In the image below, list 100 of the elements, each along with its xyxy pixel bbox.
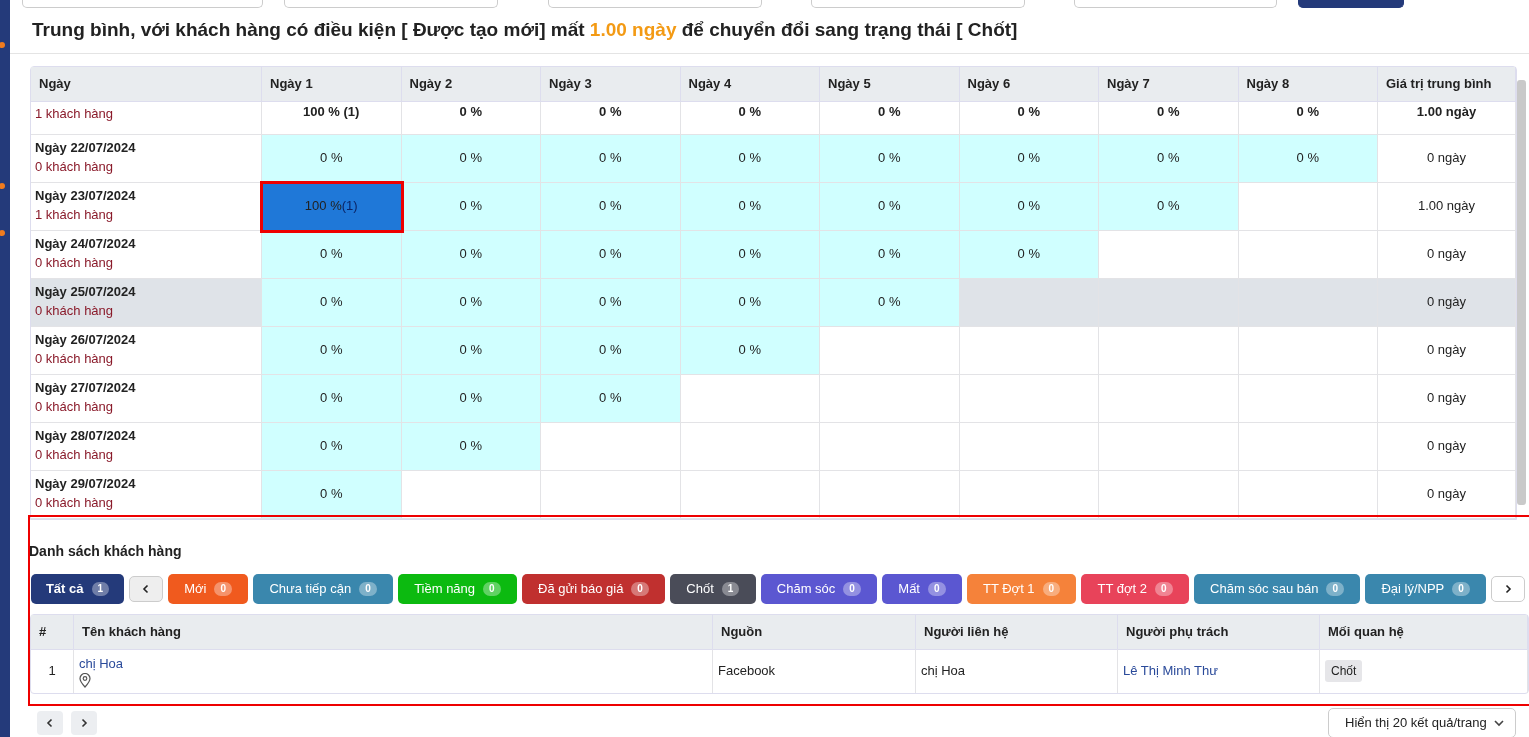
percent-cell[interactable]: 0 % [262, 374, 402, 423]
percent-cell[interactable]: 0 % [680, 326, 820, 375]
count-badge: 0 [928, 581, 946, 596]
percent-cell: 0 % [1099, 101, 1239, 135]
status-tab[interactable]: Đã gửi báo giá 0 [521, 573, 666, 604]
status-dot [0, 42, 5, 48]
filter-field[interactable] [548, 0, 762, 8]
percent-cell[interactable]: 0 % [820, 278, 960, 327]
percent-cell[interactable]: 0 % [1099, 182, 1239, 231]
percent-cell[interactable]: 0 % [820, 182, 960, 231]
filter-field[interactable] [811, 0, 1025, 8]
count-badge: 0 [1042, 581, 1061, 596]
percent-cell[interactable]: 0 % [401, 230, 541, 279]
percent-cell[interactable]: 0 % [541, 326, 681, 375]
average-cell: 0 ngày [1378, 326, 1516, 375]
percent-cell[interactable]: 0 % [1238, 134, 1378, 183]
percent-cell[interactable]: 0 % [262, 470, 402, 519]
column-header: Ngày 2 [401, 66, 541, 102]
percent-cell[interactable]: 0 % [959, 230, 1099, 279]
column-header: Ngày 7 [1099, 66, 1239, 102]
previous-page-button[interactable] [37, 710, 63, 735]
percent-cell[interactable]: 0 % [401, 182, 541, 231]
percent-cell: 100 % (1) [262, 101, 402, 135]
status-tab[interactable]: TT đợt 2 0 [1081, 573, 1189, 604]
scroll-right-button[interactable] [1491, 575, 1526, 602]
filter-field[interactable] [22, 0, 263, 8]
percent-cell[interactable]: 0 % [680, 182, 820, 231]
percent-cell[interactable]: 0 % [262, 278, 402, 327]
column-header: Ngày 1 [262, 66, 402, 102]
percent-cell: 0 % [541, 101, 681, 135]
percent-cell[interactable]: 0 % [959, 134, 1099, 183]
column-header: Tên khách hàng [74, 614, 713, 649]
filter-button[interactable] [1298, 0, 1404, 8]
status-dot [0, 183, 5, 189]
row-date: Ngày 23/07/2024 [35, 187, 136, 206]
row-date: Ngày 22/07/2024 [35, 139, 136, 158]
column-header: Giá trị trung bình [1378, 66, 1516, 102]
count-badge: 0 [1326, 581, 1344, 596]
scrollbar[interactable] [1517, 79, 1526, 505]
percent-cell[interactable]: 0 % [401, 374, 541, 423]
chevron-right-icon [79, 717, 89, 728]
percent-cell[interactable]: 0 % [401, 422, 541, 471]
row-number: 1 [48, 662, 56, 681]
percent-cell[interactable]: 0 % [1099, 134, 1239, 183]
percent-cell[interactable]: 0 % [262, 230, 402, 279]
average-cell: 0 ngày [1378, 374, 1516, 423]
percent-cell[interactable]: 100 %(1) [262, 182, 402, 231]
percent-cell[interactable]: 0 % [541, 374, 681, 423]
percent-cell[interactable]: 0 % [820, 134, 960, 183]
percent-cell[interactable]: 0 % [401, 326, 541, 375]
percent-cell[interactable]: 0 % [401, 278, 541, 327]
percent-cell[interactable]: 0 % [541, 278, 681, 327]
chevron-down-icon [1493, 718, 1505, 727]
count-badge: 0 [631, 581, 649, 596]
location-pin-icon [79, 673, 91, 689]
owner-link[interactable]: Lê Thị Minh Thư [1123, 661, 1218, 681]
percent-cell[interactable]: 0 % [541, 134, 681, 183]
filter-field[interactable] [1074, 0, 1277, 8]
percent-cell[interactable]: 0 % [959, 182, 1099, 231]
status-tab[interactable]: Tất cả 1 [31, 573, 124, 604]
average-cell: 1.00 ngày [1378, 182, 1516, 231]
percent-cell[interactable]: 0 % [680, 134, 820, 183]
customer-link[interactable]: chị Hoa [79, 653, 124, 674]
percent-cell[interactable]: 0 % [680, 230, 820, 279]
customer-count: 0 khách hàng [35, 254, 114, 272]
percent-cell[interactable]: 0 % [541, 182, 681, 231]
status-tab[interactable]: Chăm sóc 0 [760, 573, 878, 604]
row-date: Ngày 26/07/2024 [35, 331, 136, 350]
status-tab[interactable]: Mất 0 [882, 573, 962, 604]
status-tab[interactable]: Đại lý/NPP 0 [1365, 573, 1487, 604]
status-dot [0, 230, 5, 236]
percent-cell[interactable]: 0 % [401, 134, 541, 183]
percent-cell: 0 % [959, 101, 1099, 135]
scroll-left-button[interactable] [129, 575, 163, 602]
count-badge: 0 [214, 581, 232, 596]
row-date: Ngày 25/07/2024 [35, 283, 136, 302]
section-title: Danh sách khách hàng [29, 541, 183, 561]
percent-cell[interactable]: 0 % [541, 230, 681, 279]
status-tab[interactable]: Chăm sóc sau bán 0 [1193, 573, 1361, 604]
customer-count: 0 khách hàng [35, 350, 114, 368]
row-date: Ngày 28/07/2024 [35, 427, 136, 446]
average-cell: 0 ngày [1378, 278, 1516, 327]
column-header: Ngày 8 [1238, 66, 1378, 102]
percent-cell[interactable]: 0 % [262, 134, 402, 183]
count-badge: 1 [721, 581, 740, 596]
status-tab[interactable]: Chốt 1 [670, 573, 756, 604]
percent-cell[interactable]: 0 % [820, 230, 960, 279]
percent-cell[interactable]: 0 % [262, 422, 402, 471]
filter-field[interactable] [284, 0, 498, 8]
column-header: Ngày 6 [959, 66, 1099, 102]
source-text: Facebook [718, 662, 777, 681]
status-tab[interactable]: Chưa tiếp cận 0 [253, 573, 393, 604]
average-cell: 0 ngày [1378, 230, 1516, 279]
row-date: Ngày 24/07/2024 [35, 235, 136, 254]
page-size-select[interactable]: Hiển thị 20 kết quả/trang [1328, 707, 1516, 737]
percent-cell[interactable]: 0 % [680, 278, 820, 327]
next-page-button[interactable] [71, 710, 97, 735]
customer-count: 0 khách hàng [35, 158, 114, 176]
percent-cell[interactable]: 0 % [262, 326, 402, 375]
count-badge: 0 [843, 581, 861, 596]
